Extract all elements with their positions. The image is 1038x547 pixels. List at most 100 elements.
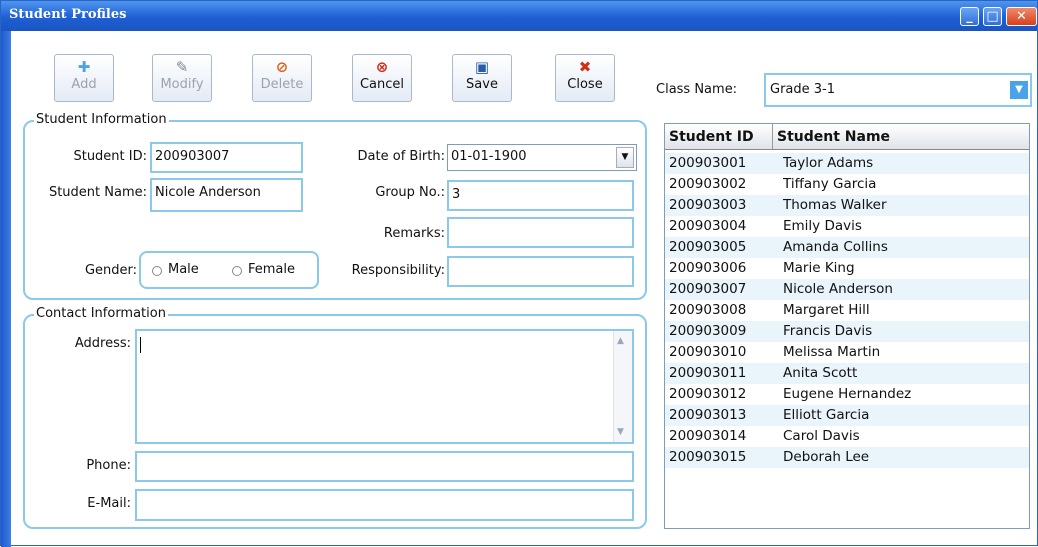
table-row[interactable]: 200903008 Margaret Hill xyxy=(665,300,1029,321)
student-id-cell: 200903001 xyxy=(669,155,747,171)
table-row[interactable]: 200903009 Francis Davis xyxy=(665,321,1029,342)
remarks-field[interactable] xyxy=(447,217,634,248)
save-icon: ▣ xyxy=(474,58,490,76)
table-row[interactable]: 200903014 Carol Davis xyxy=(665,426,1029,447)
student-name-cell: Taylor Adams xyxy=(783,155,874,171)
table-row[interactable]: 200903007 Nicole Anderson xyxy=(665,279,1029,300)
student-name-cell: Anita Scott xyxy=(783,365,858,381)
student-id-cell: 200903007 xyxy=(669,281,747,297)
close-button[interactable]: ✖ Close xyxy=(555,54,615,102)
student-name-cell: Emily Davis xyxy=(783,218,862,234)
close-x-icon: ✖ xyxy=(578,58,592,76)
cancel-icon: ⊗ xyxy=(375,58,389,76)
student-name-label: Student Name: xyxy=(48,185,147,200)
student-name-cell: Deborah Lee xyxy=(783,449,870,465)
window-frame-left xyxy=(1,31,11,547)
cancel-button[interactable]: ⊗ Cancel xyxy=(352,54,412,102)
column-header-student-name[interactable]: Student Name xyxy=(773,124,1029,150)
remarks-label: Remarks: xyxy=(383,226,445,241)
address-textarea[interactable]: ▲ ▼ xyxy=(135,329,634,444)
phone-label: Phone: xyxy=(86,458,131,473)
student-information-legend: Student Information xyxy=(34,112,169,128)
add-button[interactable]: ✚ Add xyxy=(54,54,114,102)
female-label[interactable]: Female xyxy=(248,262,295,277)
student-name-cell: Elliott Garcia xyxy=(783,407,870,423)
chevron-down-icon[interactable]: ▼ xyxy=(616,147,634,168)
delete-icon: ⊘ xyxy=(275,58,289,76)
table-row[interactable]: 200903013 Elliott Garcia xyxy=(665,405,1029,426)
responsibility-field[interactable] xyxy=(447,256,634,287)
chevron-down-icon[interactable]: ▼ xyxy=(1010,81,1028,99)
window-title: Student Profiles xyxy=(9,7,127,22)
pencil-icon: ✎ xyxy=(175,58,189,76)
email-field[interactable] xyxy=(135,489,634,521)
table-row[interactable]: 200903003 Thomas Walker xyxy=(665,195,1029,216)
class-name-select[interactable]: Grade 3-1 ▼ xyxy=(764,73,1032,107)
group-no-label: Group No.: xyxy=(375,185,445,200)
date-of-birth-picker[interactable]: 01-01-1900 ▼ xyxy=(447,144,637,171)
contact-information-legend: Contact Information xyxy=(34,306,168,322)
student-name-cell: Melissa Martin xyxy=(783,344,881,360)
class-name-label: Class Name: xyxy=(656,82,738,97)
table-row[interactable]: 200903011 Anita Scott xyxy=(665,363,1029,384)
student-name-cell: Amanda Collins xyxy=(783,239,888,255)
date-of-birth-value: 01-01-1900 xyxy=(451,149,527,164)
student-name-field[interactable]: Nicole Anderson xyxy=(150,178,303,212)
scroll-up-icon[interactable]: ▲ xyxy=(617,335,624,347)
group-no-field[interactable]: 3 xyxy=(447,180,634,211)
student-id-label: Student ID: xyxy=(73,149,147,164)
close-icon: ✕ xyxy=(1016,9,1027,24)
student-name-cell: Tiffany Garcia xyxy=(783,176,877,192)
student-id-cell: 200903013 xyxy=(669,407,747,423)
table-row[interactable]: 200903005 Amanda Collins xyxy=(665,237,1029,258)
phone-field[interactable] xyxy=(135,451,634,482)
close-window-button[interactable]: ✕ xyxy=(1006,7,1037,26)
student-id-cell: 200903009 xyxy=(669,323,747,339)
student-id-cell: 200903012 xyxy=(669,386,747,402)
male-label[interactable]: Male xyxy=(168,262,199,277)
email-label: E-Mail: xyxy=(87,496,131,511)
minimize-button[interactable]: _ xyxy=(960,7,979,26)
modify-button[interactable]: ✎ Modify xyxy=(152,54,212,102)
student-list[interactable]: Student ID Student Name 200903001 Taylor … xyxy=(664,123,1030,529)
student-id-cell: 200903015 xyxy=(669,449,747,465)
title-bar[interactable]: Student Profiles _ □ ✕ xyxy=(1,1,1037,31)
text-cursor xyxy=(140,337,141,353)
gender-radio-group: Male Female xyxy=(139,251,319,289)
student-name-cell: Nicole Anderson xyxy=(783,281,893,297)
date-of-birth-label: Date of Birth: xyxy=(357,149,445,164)
table-row[interactable]: 200903012 Eugene Hernandez xyxy=(665,384,1029,405)
student-id-cell: 200903011 xyxy=(669,365,747,381)
table-row[interactable]: 200903010 Melissa Martin xyxy=(665,342,1029,363)
table-row[interactable]: 200903015 Deborah Lee xyxy=(665,447,1029,468)
student-id-cell: 200903004 xyxy=(669,218,747,234)
student-id-cell: 200903002 xyxy=(669,176,747,192)
gender-label: Gender: xyxy=(84,263,137,278)
column-header-student-id[interactable]: Student ID xyxy=(665,124,773,150)
table-row[interactable]: 200903001 Taylor Adams xyxy=(665,153,1029,174)
student-name-cell: Francis Davis xyxy=(783,323,873,339)
table-row[interactable]: 200903002 Tiffany Garcia xyxy=(665,174,1029,195)
student-id-field[interactable]: 200903007 xyxy=(150,142,303,173)
minimize-icon: _ xyxy=(966,9,973,24)
address-scrollbar[interactable]: ▲ ▼ xyxy=(613,331,632,442)
student-id-cell: 200903003 xyxy=(669,197,747,213)
table-row[interactable]: 200903004 Emily Davis xyxy=(665,216,1029,237)
female-radio[interactable] xyxy=(232,266,242,276)
add-icon: ✚ xyxy=(77,58,91,76)
maximize-button[interactable]: □ xyxy=(983,7,1002,26)
address-label: Address: xyxy=(74,336,131,351)
delete-button[interactable]: ⊘ Delete xyxy=(252,54,312,102)
save-button[interactable]: ▣ Save xyxy=(452,54,512,102)
student-name-cell: Marie King xyxy=(783,260,855,276)
student-name-cell: Margaret Hill xyxy=(783,302,870,318)
student-name-cell: Eugene Hernandez xyxy=(783,386,912,402)
scroll-down-icon[interactable]: ▼ xyxy=(617,426,624,438)
male-radio[interactable] xyxy=(152,266,162,276)
table-row[interactable]: 200903006 Marie King xyxy=(665,258,1029,279)
student-id-cell: 200903005 xyxy=(669,239,747,255)
student-name-cell: Carol Davis xyxy=(783,428,860,444)
student-id-cell: 200903008 xyxy=(669,302,747,318)
student-id-cell: 200903014 xyxy=(669,428,747,444)
student-profiles-window: Student Profiles _ □ ✕ ✚ Add ✎ Modify ⊘ … xyxy=(0,0,1038,547)
